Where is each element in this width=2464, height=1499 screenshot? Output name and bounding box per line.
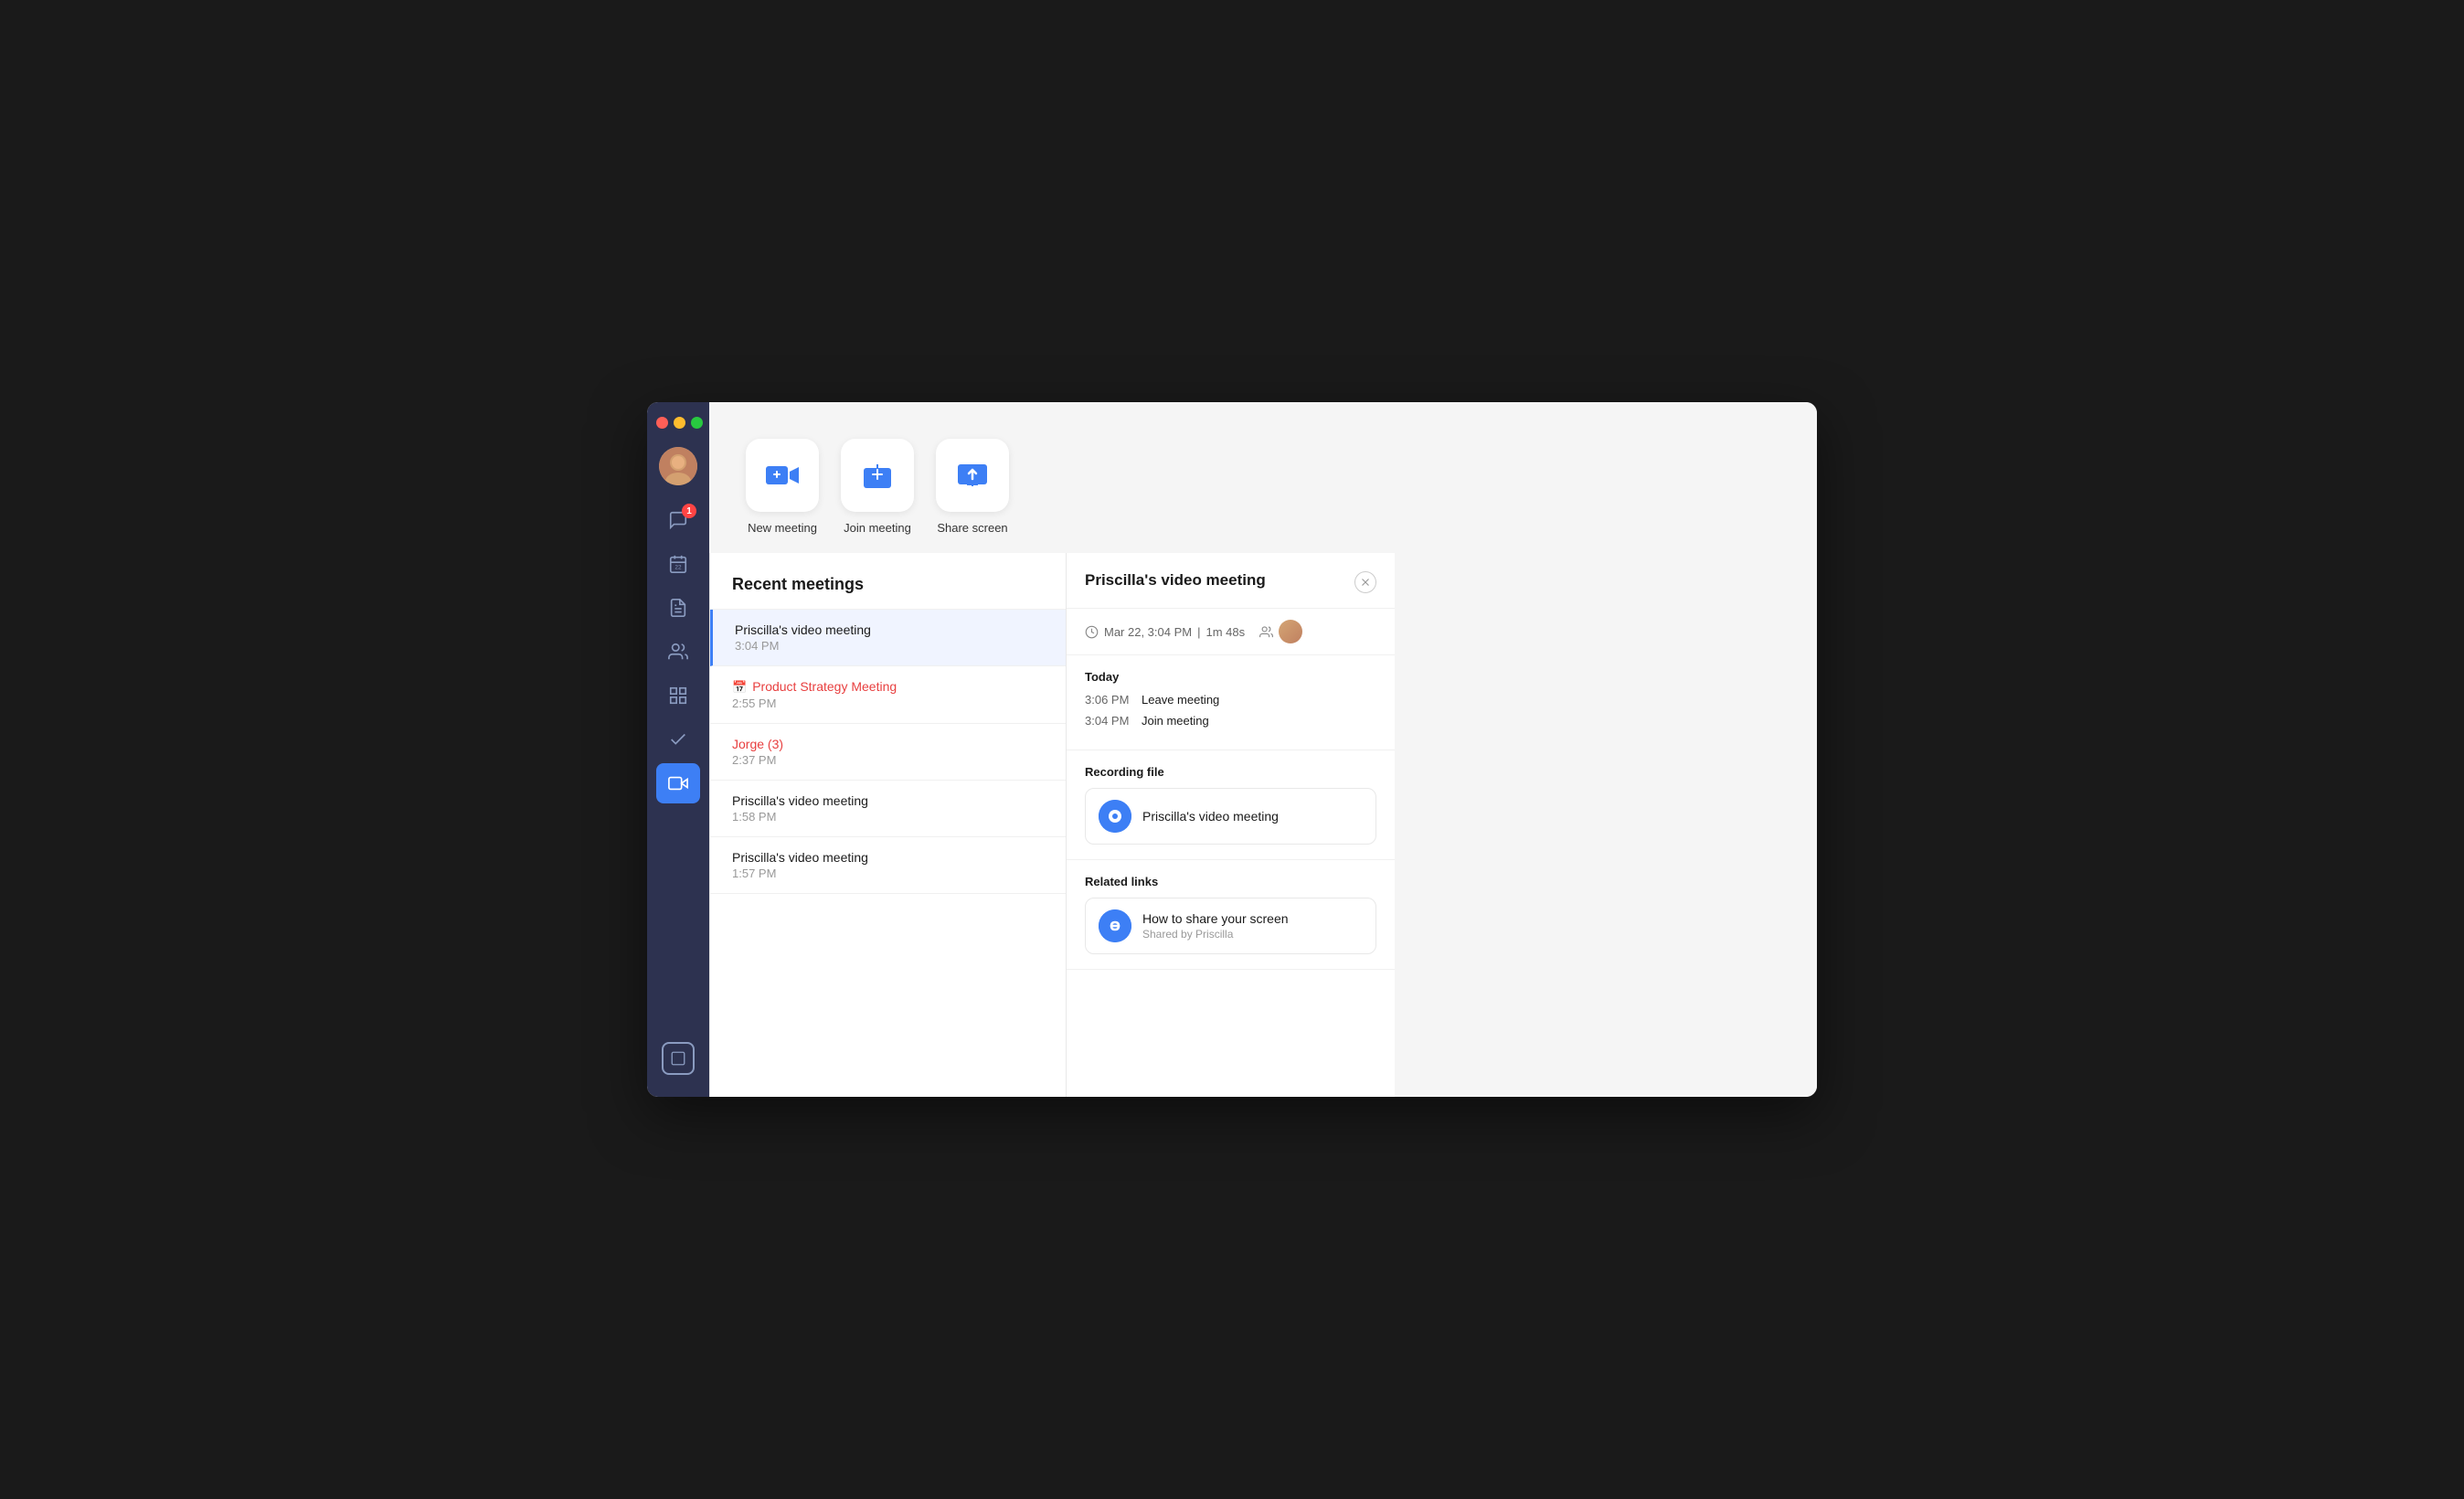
- meeting-item-3-title: Jorge (3): [732, 737, 1044, 751]
- svg-text:22: 22: [674, 565, 682, 571]
- detail-participants-meta: [1259, 620, 1302, 643]
- recording-icon: [1099, 800, 1131, 833]
- meeting-item-4[interactable]: Priscilla's video meeting 1:58 PM: [710, 781, 1066, 837]
- meeting-item-1-title: Priscilla's video meeting: [735, 622, 1044, 637]
- meeting-item-3-time: 2:37 PM: [732, 753, 1044, 767]
- sidebar-item-whiteboard[interactable]: [656, 719, 700, 760]
- meeting-item-3[interactable]: Jorge (3) 2:37 PM: [710, 724, 1066, 781]
- meeting-item-2-title: 📅Product Strategy Meeting: [732, 679, 1044, 695]
- avatar[interactable]: [659, 447, 697, 485]
- timeline-item-1: 3:06 PM Leave meeting: [1085, 693, 1376, 707]
- detail-panel: Priscilla's video meeting: [1066, 553, 1395, 1097]
- sidebar-item-tasks[interactable]: [656, 588, 700, 628]
- avatar-image: [659, 447, 697, 485]
- meeting-item-5-time: 1:57 PM: [732, 866, 1044, 880]
- meeting-item-1[interactable]: Priscilla's video meeting 3:04 PM: [710, 610, 1066, 666]
- meeting-item-5-title: Priscilla's video meeting: [732, 850, 1044, 865]
- meetings-panel: Recent meetings Priscilla's video meetin…: [709, 553, 1066, 1097]
- share-screen-icon-bg: [936, 439, 1009, 512]
- meeting-item-5[interactable]: Priscilla's video meeting 1:57 PM: [710, 837, 1066, 894]
- detail-title: Priscilla's video meeting: [1085, 571, 1266, 590]
- recording-section: Recording file Priscilla's video meeting: [1067, 750, 1395, 860]
- timeline-item-2: 3:04 PM Join meeting: [1085, 714, 1376, 728]
- close-button[interactable]: [1354, 571, 1376, 593]
- meeting-item-4-content: Priscilla's video meeting 1:58 PM: [732, 793, 1044, 824]
- meeting-item-3-content: Jorge (3) 2:37 PM: [732, 737, 1044, 767]
- meeting-item-1-content: Priscilla's video meeting 3:04 PM: [735, 622, 1044, 653]
- meeting-item-2[interactable]: 📅Product Strategy Meeting 2:55 PM: [710, 666, 1066, 724]
- join-meeting-label: Join meeting: [844, 521, 911, 535]
- meeting-item-5-content: Priscilla's video meeting 1:57 PM: [732, 850, 1044, 880]
- sidebar-item-chat[interactable]: 1: [656, 500, 700, 540]
- traffic-light-close[interactable]: [656, 417, 668, 429]
- meeting-item-1-time: 3:04 PM: [735, 639, 1044, 653]
- meeting-item-4-title: Priscilla's video meeting: [732, 793, 1044, 808]
- detail-separator: |: [1197, 625, 1200, 639]
- sidebar-item-calendar[interactable]: 22: [656, 544, 700, 584]
- timeline-event-2: Join meeting: [1142, 714, 1209, 728]
- detail-participant-avatar: [1279, 620, 1302, 643]
- main-content: New meeting Join meeting: [709, 402, 1817, 1097]
- meeting-actions: New meeting Join meeting: [709, 402, 1817, 553]
- sidebar-item-meetings[interactable]: [656, 763, 700, 803]
- link-card-content: How to share your screen Shared by Prisc…: [1142, 911, 1289, 941]
- meeting-item-2-time: 2:55 PM: [732, 696, 1044, 710]
- new-meeting-label: New meeting: [748, 521, 817, 535]
- related-links-title: Related links: [1085, 875, 1376, 888]
- join-meeting-button[interactable]: Join meeting: [841, 439, 914, 535]
- today-label: Today: [1085, 670, 1376, 684]
- sidebar-nav: 1 22: [647, 500, 709, 1038]
- traffic-light-minimize[interactable]: [674, 417, 685, 429]
- settings-button[interactable]: [662, 1042, 695, 1075]
- link-title: How to share your screen: [1142, 911, 1289, 926]
- traffic-light-fullscreen[interactable]: [691, 417, 703, 429]
- chat-badge: 1: [682, 504, 696, 518]
- detail-header: Priscilla's video meeting: [1067, 553, 1395, 609]
- new-meeting-icon-bg: [746, 439, 819, 512]
- sidebar-item-apps[interactable]: [656, 675, 700, 716]
- sidebar: 1 22: [647, 402, 709, 1097]
- recording-section-title: Recording file: [1085, 765, 1376, 779]
- sidebar-bottom: [662, 1042, 695, 1082]
- traffic-lights: [647, 417, 703, 429]
- link-sub: Shared by Priscilla: [1142, 928, 1289, 941]
- detail-date-meta: Mar 22, 3:04 PM | 1m 48s: [1085, 625, 1245, 639]
- timeline-time-2: 3:04 PM: [1085, 714, 1131, 728]
- link-icon: [1099, 909, 1131, 942]
- share-screen-button[interactable]: Share screen: [936, 439, 1009, 535]
- recording-name: Priscilla's video meeting: [1142, 809, 1279, 824]
- join-meeting-icon-bg: [841, 439, 914, 512]
- detail-date: Mar 22, 3:04 PM: [1104, 625, 1192, 639]
- meeting-item-2-content: 📅Product Strategy Meeting 2:55 PM: [732, 679, 1044, 710]
- detail-meta: Mar 22, 3:04 PM | 1m 48s: [1067, 609, 1395, 655]
- recording-card[interactable]: Priscilla's video meeting: [1085, 788, 1376, 845]
- new-meeting-button[interactable]: New meeting: [746, 439, 819, 535]
- sidebar-item-contacts[interactable]: [656, 632, 700, 672]
- link-card[interactable]: How to share your screen Shared by Prisc…: [1085, 898, 1376, 954]
- share-screen-label: Share screen: [937, 521, 1007, 535]
- panels-row: Recent meetings Priscilla's video meetin…: [709, 553, 1817, 1097]
- meetings-header: Recent meetings: [710, 553, 1066, 610]
- detail-duration: 1m 48s: [1206, 625, 1246, 639]
- timeline-event-1: Leave meeting: [1142, 693, 1219, 707]
- meeting-item-4-time: 1:58 PM: [732, 810, 1044, 824]
- related-links-section: Related links How to share your screen S…: [1067, 860, 1395, 970]
- app-window: 1 22: [647, 402, 1817, 1097]
- timeline-time-1: 3:06 PM: [1085, 693, 1131, 707]
- detail-timeline-section: Today 3:06 PM Leave meeting 3:04 PM Join…: [1067, 655, 1395, 750]
- calendar-icon-inline: 📅: [732, 680, 747, 694]
